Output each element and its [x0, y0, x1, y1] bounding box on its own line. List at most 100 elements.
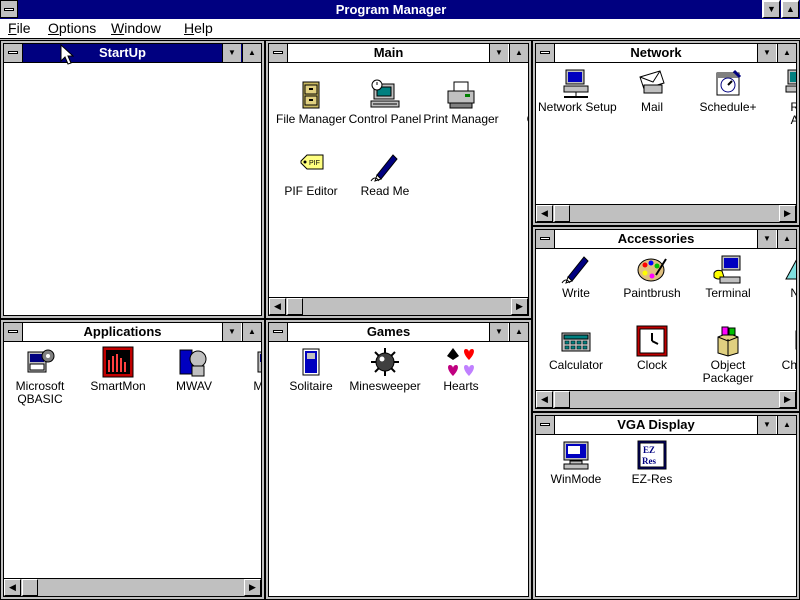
- right-arrow-icon: ▶: [249, 582, 256, 592]
- program-item-schedule-plus[interactable]: Schedule+: [690, 67, 766, 114]
- group-accessories-titlebar[interactable]: Accessories ▼ ▲: [536, 230, 796, 249]
- program-item-print-manager[interactable]: Print Manager: [423, 79, 499, 126]
- group-network[interactable]: Network ▼ ▲ Network Setup Mail Schedule+…: [532, 40, 800, 226]
- group-minimize-button[interactable]: ▼: [757, 230, 776, 248]
- system-menu-icon: [540, 237, 550, 240]
- horizontal-scrollbar[interactable]: ◀ ▶: [536, 390, 796, 408]
- program-item-mw[interactable]: MW: [226, 346, 261, 393]
- group-system-menu-button[interactable]: [536, 230, 555, 248]
- program-item-mail[interactable]: Mail: [614, 67, 690, 114]
- scroll-left-button[interactable]: ◀: [4, 579, 21, 596]
- system-menu-icon: [273, 330, 283, 333]
- program-item-mwav[interactable]: MWAV: [156, 346, 232, 393]
- program-item-clock[interactable]: Clock: [614, 325, 690, 372]
- system-menu-button[interactable]: [0, 0, 18, 18]
- scroll-left-button[interactable]: ◀: [536, 205, 553, 222]
- group-accessories[interactable]: Accessories ▼ ▲ Write Paintbrush Termina…: [532, 226, 800, 412]
- group-system-menu-button[interactable]: [269, 323, 288, 341]
- group-system-menu-button[interactable]: [536, 416, 555, 434]
- menu-file[interactable]: File: [8, 19, 31, 38]
- scroll-right-button[interactable]: ▶: [779, 205, 796, 222]
- menu-options[interactable]: Options: [48, 19, 96, 38]
- group-maximize-button[interactable]: ▲: [242, 44, 261, 62]
- scroll-right-button[interactable]: ▶: [244, 579, 261, 596]
- group-system-menu-button[interactable]: [4, 44, 23, 62]
- scroll-thumb[interactable]: [22, 579, 38, 596]
- group-vga-titlebar[interactable]: VGA Display ▼ ▲: [536, 416, 796, 435]
- program-item-clipboard-viewer[interactable]: Clip Vi: [499, 79, 528, 139]
- group-maximize-button[interactable]: ▲: [777, 230, 796, 248]
- group-vga-body: WinMode EZ Res EZ-Res: [536, 435, 796, 596]
- scroll-left-button[interactable]: ◀: [269, 298, 286, 315]
- group-startup[interactable]: StartUp ▼ ▲: [0, 40, 265, 319]
- program-item-solitaire[interactable]: Solitaire: [273, 346, 349, 393]
- program-item-pif-editor[interactable]: PIF PIF Editor: [273, 151, 349, 198]
- group-system-menu-button[interactable]: [4, 323, 23, 341]
- scroll-right-button[interactable]: ▶: [779, 391, 796, 408]
- group-minimize-button[interactable]: ▼: [757, 44, 776, 62]
- program-item-control-panel[interactable]: Control Panel: [347, 79, 423, 126]
- group-minimize-button[interactable]: ▼: [222, 44, 241, 62]
- program-item-minesweeper[interactable]: Minesweeper: [347, 346, 423, 393]
- maximize-arrow-icon: ▲: [786, 4, 795, 14]
- minimize-button[interactable]: ▼: [762, 0, 780, 18]
- group-network-titlebar[interactable]: Network ▼ ▲: [536, 44, 796, 63]
- program-item-remote-access[interactable]: Re Ad: [760, 67, 796, 127]
- program-item-microsoft-qbasic[interactable]: Microsoft QBASIC: [4, 346, 78, 406]
- group-maximize-button[interactable]: ▲: [777, 44, 796, 62]
- program-item-smartmon[interactable]: SmartMon: [80, 346, 156, 393]
- program-item-write[interactable]: Write: [538, 253, 614, 300]
- horizontal-scrollbar[interactable]: ◀ ▶: [4, 578, 261, 596]
- group-maximize-button[interactable]: ▲: [777, 416, 796, 434]
- program-item-hearts[interactable]: Hearts: [423, 346, 499, 393]
- app-titlebar[interactable]: Program Manager ▼ ▲: [0, 0, 800, 19]
- horizontal-scrollbar[interactable]: ◀ ▶: [536, 204, 796, 222]
- svg-text:PIF: PIF: [309, 160, 320, 167]
- group-maximize-button[interactable]: ▲: [509, 323, 528, 341]
- group-minimize-button[interactable]: ▼: [757, 416, 776, 434]
- program-item-paintbrush[interactable]: Paintbrush: [614, 253, 690, 300]
- scroll-thumb[interactable]: [554, 205, 570, 222]
- program-item-terminal[interactable]: Terminal: [690, 253, 766, 300]
- program-item-calculator[interactable]: Calculator: [538, 325, 614, 372]
- group-maximize-button[interactable]: ▲: [509, 44, 528, 62]
- pen-notepad-icon: [370, 154, 398, 182]
- printer-icon: [447, 81, 475, 109]
- group-minimize-button[interactable]: ▼: [489, 323, 508, 341]
- group-main[interactable]: Main ▼ ▲ File Manager Control Panel Prin…: [265, 40, 532, 319]
- svg-text:EZ: EZ: [643, 445, 655, 455]
- group-applications[interactable]: Applications ▼ ▲ Microsoft QBASIC SmartM…: [0, 319, 265, 600]
- group-system-menu-button[interactable]: [269, 44, 288, 62]
- scroll-left-button[interactable]: ◀: [536, 391, 553, 408]
- up-arrow-icon: ▲: [248, 327, 256, 336]
- down-arrow-icon: ▼: [763, 420, 771, 429]
- program-item-notepad[interactable]: No: [760, 253, 796, 300]
- menu-window[interactable]: Window: [111, 19, 161, 38]
- scroll-thumb[interactable]: [554, 391, 570, 408]
- group-games[interactable]: Games ▼ ▲ Solitaire Minesweeper Hearts: [265, 319, 532, 600]
- horizontal-scrollbar[interactable]: ◀ ▶: [269, 297, 528, 315]
- group-vga-display[interactable]: VGA Display ▼ ▲ WinMode EZ Res EZ-Res: [532, 412, 800, 600]
- scroll-right-button[interactable]: ▶: [511, 298, 528, 315]
- program-item-network-setup[interactable]: Network Setup: [538, 67, 617, 114]
- group-minimize-button[interactable]: ▼: [222, 323, 241, 341]
- group-games-titlebar[interactable]: Games ▼ ▲: [269, 323, 528, 342]
- group-applications-titlebar[interactable]: Applications ▼ ▲: [4, 323, 261, 342]
- program-item-ez-res[interactable]: EZ Res EZ-Res: [614, 439, 690, 486]
- program-manager-window: Program Manager ▼ ▲ File Options Window …: [0, 0, 800, 600]
- program-item-file-manager[interactable]: File Manager: [273, 79, 349, 126]
- group-system-menu-button[interactable]: [536, 44, 555, 62]
- program-item-character-map[interactable]: ∑ Chara: [760, 325, 796, 372]
- monitor-icon: [563, 441, 589, 470]
- program-item-winmode[interactable]: WinMode: [538, 439, 614, 486]
- group-minimize-button[interactable]: ▼: [489, 44, 508, 62]
- group-maximize-button[interactable]: ▲: [242, 323, 261, 341]
- mail-envelope-icon: [639, 70, 665, 94]
- group-startup-titlebar[interactable]: StartUp ▼ ▲: [4, 44, 261, 63]
- program-item-read-me[interactable]: Read Me: [347, 151, 423, 198]
- maximize-button[interactable]: ▲: [781, 0, 799, 18]
- group-main-titlebar[interactable]: Main ▼ ▲: [269, 44, 528, 63]
- menu-help[interactable]: Help: [184, 19, 213, 38]
- scroll-thumb[interactable]: [287, 298, 303, 315]
- program-item-object-packager[interactable]: Object Packager: [690, 325, 766, 385]
